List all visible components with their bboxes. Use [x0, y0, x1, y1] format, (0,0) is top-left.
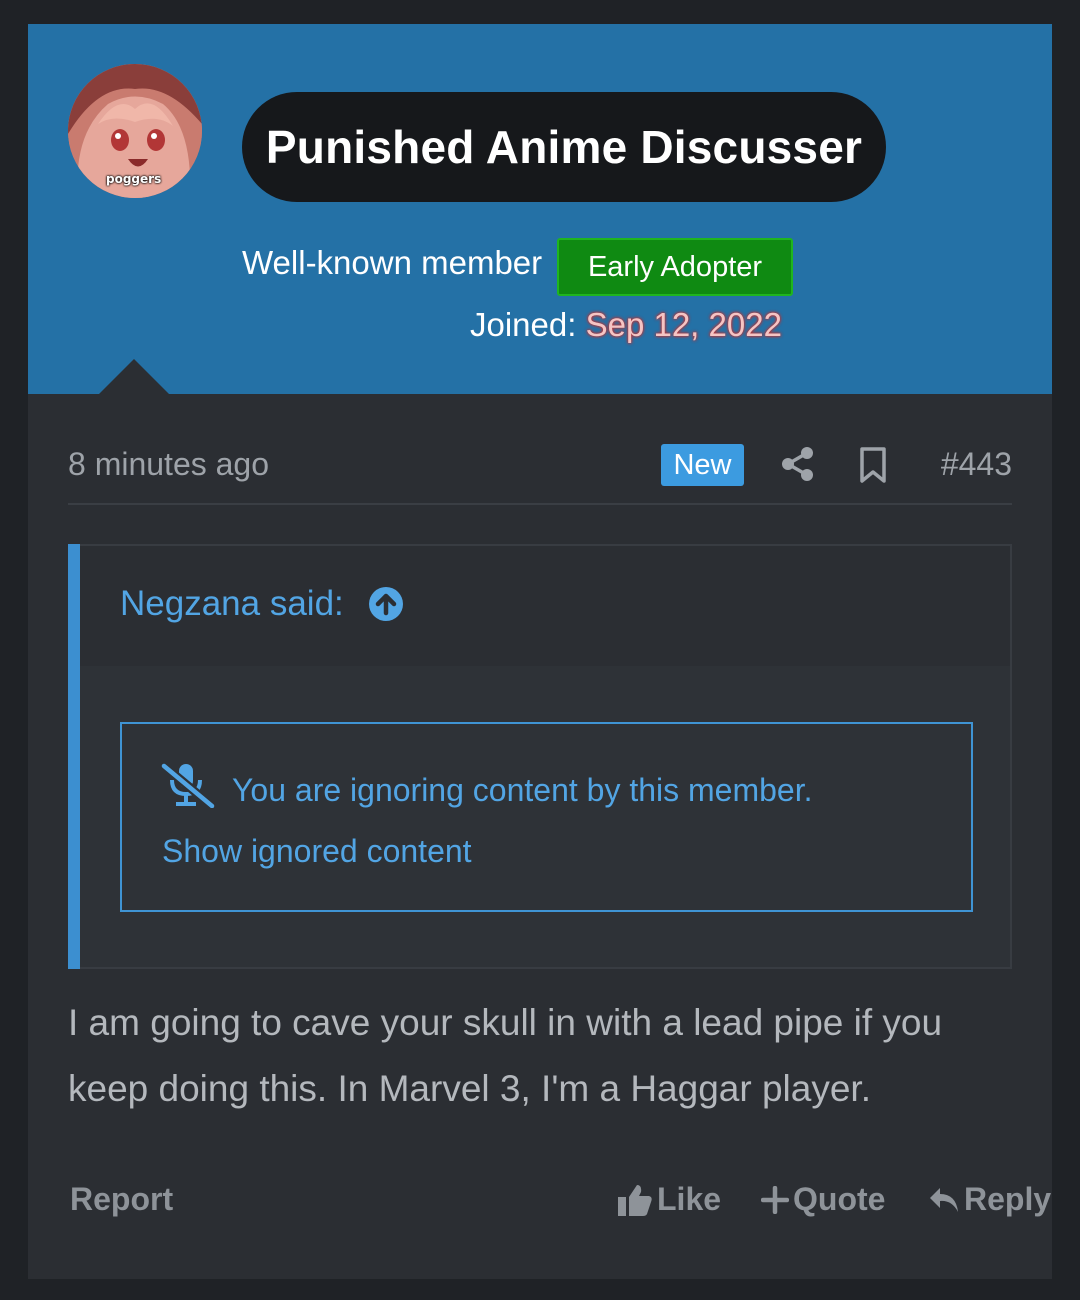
plus-icon — [761, 1185, 789, 1214]
quote-button[interactable]: Quote — [761, 1181, 885, 1218]
arrow-up-circle-icon[interactable] — [368, 586, 404, 627]
avatar[interactable]: poggers — [68, 64, 202, 198]
post-body: I am going to cave your skull in with a … — [68, 1002, 943, 1109]
user-header: poggers Punished Anime Discusser Well-kn… — [28, 24, 1052, 395]
ignore-message: You are ignoring content by this member. — [232, 772, 813, 808]
quote-block: Negzana said: You are ignoring content b… — [68, 544, 1012, 969]
post-number-link[interactable]: #443 — [941, 446, 1012, 483]
meta-divider — [68, 503, 1012, 505]
early-adopter-badge: Early Adopter — [557, 238, 793, 296]
reply-arrow-icon — [930, 1187, 958, 1212]
reply-label: Reply — [964, 1181, 1052, 1217]
joined-date-row: Joined: Sep 12, 2022 — [470, 306, 782, 344]
quote-header: Negzana said: — [80, 546, 1010, 666]
user-title: Well-known member — [242, 244, 543, 281]
muted-microphone-icon — [160, 762, 216, 813]
ignored-content-notice: You are ignoring content by this member.… — [120, 722, 973, 912]
share-icon[interactable] — [781, 446, 815, 487]
joined-date: Sep 12, 2022 — [585, 306, 782, 343]
quote-accent-bar — [68, 544, 80, 969]
quote-author[interactable]: Negzana said: — [120, 584, 344, 624]
header-pointer — [98, 359, 170, 395]
post-meta: 8 minutes ago New #443 — [68, 444, 1012, 490]
new-badge: New — [661, 444, 744, 486]
thumbs-up-icon — [618, 1184, 652, 1216]
avatar-caption: poggers — [106, 172, 162, 186]
like-button[interactable]: Like — [617, 1181, 721, 1218]
post-card: poggers Punished Anime Discusser Well-kn… — [28, 24, 1052, 1279]
like-label: Like — [657, 1181, 722, 1217]
username-pill[interactable]: Punished Anime Discusser — [242, 92, 886, 202]
post-timestamp[interactable]: 8 minutes ago — [68, 446, 269, 483]
bookmark-icon[interactable] — [858, 446, 888, 489]
report-link[interactable]: Report — [70, 1181, 173, 1218]
username[interactable]: Punished Anime Discusser — [266, 120, 862, 174]
post-actions: Report Like Quote Reply — [68, 1177, 1051, 1227]
show-ignored-content-link[interactable]: Show ignored content — [162, 833, 472, 870]
joined-label: Joined: — [470, 306, 577, 343]
quote-label: Quote — [793, 1181, 886, 1217]
reply-button[interactable]: Reply — [928, 1181, 1051, 1218]
